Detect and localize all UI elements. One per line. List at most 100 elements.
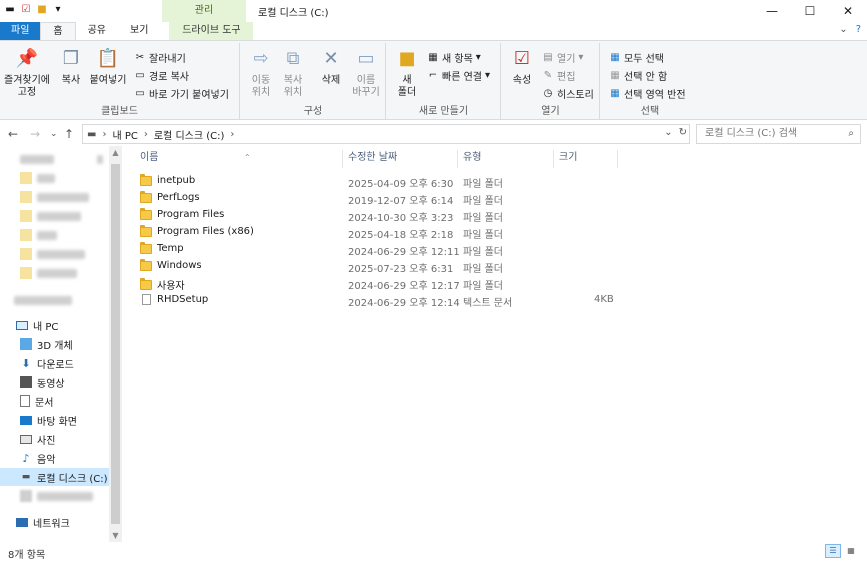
minimize-button[interactable]: — bbox=[753, 0, 791, 22]
tab-share[interactable]: 공유 bbox=[76, 22, 118, 40]
table-row[interactable]: PerfLogs 2019-12-07 오후 6:14 파일 폴더 bbox=[130, 190, 730, 207]
sidebar-item-desktop[interactable]: 바탕 화면 bbox=[0, 411, 110, 429]
chevron-right-icon[interactable]: › bbox=[102, 129, 106, 140]
refresh-icon[interactable]: ↻ bbox=[679, 127, 687, 138]
copy-path-icon: ▭ bbox=[135, 69, 145, 81]
column-divider[interactable] bbox=[457, 150, 458, 168]
tab-file[interactable]: 파일 bbox=[0, 22, 41, 40]
tab-view[interactable]: 보기 bbox=[118, 22, 160, 40]
breadcrumb-local-disk[interactable]: 로컬 디스크 (C:) bbox=[154, 127, 225, 142]
copy-button[interactable]: ❐ 복사 bbox=[56, 47, 86, 87]
column-header-size[interactable]: 크기 bbox=[559, 150, 619, 170]
file-name: Temp bbox=[157, 243, 184, 254]
forward-arrow-icon[interactable]: → bbox=[30, 127, 40, 141]
table-row[interactable]: 사용자 2024-06-29 오후 12:17 파일 폴더 bbox=[130, 275, 730, 292]
tab-home[interactable]: 홈 bbox=[40, 22, 76, 40]
quick-access-item[interactable] bbox=[0, 188, 110, 206]
search-icon[interactable]: ⌕ bbox=[848, 125, 854, 143]
paste-button[interactable]: 📋 붙여넣기 bbox=[88, 47, 128, 87]
sidebar-item-3d-objects[interactable]: 3D 개체 bbox=[0, 335, 110, 353]
column-header-name[interactable]: 이름 ⌃ bbox=[140, 150, 340, 170]
tab-manage[interactable]: 관리 bbox=[162, 0, 246, 22]
new-folder-label: 새 폴더 bbox=[397, 75, 417, 98]
back-arrow-icon[interactable]: ← bbox=[8, 127, 18, 141]
edit-button[interactable]: ✎ 편집 bbox=[542, 67, 576, 83]
table-row[interactable]: Program Files (x86) 2025-04-18 오후 2:18 파일 … bbox=[130, 224, 730, 241]
details-view-icon[interactable]: ☰ bbox=[825, 544, 841, 558]
column-divider[interactable] bbox=[553, 150, 554, 168]
properties-icon[interactable]: ☑ bbox=[20, 4, 32, 16]
paste-shortcut-label: 바로 가기 붙여넣기 bbox=[149, 89, 229, 101]
column-header-type[interactable]: 유형 bbox=[463, 150, 553, 170]
column-divider[interactable] bbox=[617, 150, 618, 168]
sidebar-item-pictures[interactable]: 사진 bbox=[0, 430, 110, 448]
properties-button[interactable]: ☑ 속성 bbox=[508, 47, 536, 87]
new-folder-button[interactable]: ■ 새 폴더 bbox=[393, 47, 421, 99]
recent-locations-chevron-icon[interactable]: ⌄ bbox=[50, 129, 58, 139]
table-row[interactable]: Program Files 2024-10-30 오후 3:23 파일 폴더 bbox=[130, 207, 730, 224]
large-icons-view-icon[interactable]: ▦ bbox=[843, 544, 859, 558]
sidebar-item-downloads[interactable]: ⬇ 다운로드 bbox=[0, 354, 110, 372]
address-bar[interactable]: ▬ › 내 PC › 로컬 디스크 (C:) › ⌄ ↻ bbox=[82, 124, 690, 144]
column-divider[interactable] bbox=[342, 150, 343, 168]
sidebar-item-videos[interactable]: 동영상 bbox=[0, 373, 110, 391]
search-input[interactable]: 로컬 디스크 (C:) 검색 ⌕ bbox=[696, 124, 861, 144]
open-label: 열기 bbox=[557, 53, 576, 65]
scroll-down-arrow-icon[interactable]: ▼ bbox=[109, 531, 122, 540]
breadcrumb-this-pc[interactable]: 내 PC bbox=[112, 127, 137, 142]
sidebar-item-other-drive[interactable] bbox=[0, 487, 110, 505]
new-folder-icon[interactable]: ■ bbox=[36, 4, 48, 16]
invert-selection-button[interactable]: ▦ 선택 영역 반전 bbox=[609, 85, 685, 101]
select-none-button[interactable]: ▦ 선택 안 함 bbox=[609, 67, 667, 83]
sidebar-item-music[interactable]: ♪ 음악 bbox=[0, 449, 110, 467]
tab-drive-tools[interactable]: 드라이브 도구 bbox=[169, 22, 254, 40]
table-row[interactable]: Windows 2025-07-23 오후 6:31 파일 폴더 bbox=[130, 258, 730, 275]
easy-access-button[interactable]: ⌐ 빠른 연결 ▾ bbox=[427, 67, 490, 83]
onedrive-item[interactable] bbox=[0, 291, 110, 309]
table-row[interactable]: Temp 2024-06-29 오후 12:11 파일 폴더 bbox=[130, 241, 730, 258]
select-all-button[interactable]: ▦ 모두 선택 bbox=[609, 49, 664, 65]
delete-button[interactable]: ✕ 삭제 bbox=[317, 47, 345, 87]
sidebar-item-this-pc[interactable]: 내 PC bbox=[0, 316, 110, 334]
rename-button[interactable]: ▭ 이름 바꾸기 bbox=[351, 47, 381, 99]
scroll-up-arrow-icon[interactable]: ▲ bbox=[109, 148, 122, 157]
scroll-thumb[interactable] bbox=[111, 164, 120, 524]
sidebar-item-local-disk[interactable]: ▬ 로컬 디스크 (C:) bbox=[0, 468, 110, 486]
copy-to-button[interactable]: ⧉ 복사 위치 bbox=[279, 47, 307, 99]
cut-button[interactable]: ✂ 잘라내기 bbox=[134, 49, 186, 65]
move-to-button[interactable]: ⇨ 이동 위치 bbox=[247, 47, 275, 99]
quick-access-item[interactable] bbox=[0, 150, 110, 168]
history-button[interactable]: ◷ 히스토리 bbox=[542, 85, 594, 101]
drive-icon: ▬ bbox=[5, 4, 15, 15]
quick-access-item[interactable] bbox=[0, 245, 110, 263]
sidebar-scrollbar[interactable]: ▲ ▼ bbox=[109, 146, 122, 542]
sidebar-item-network[interactable]: 네트워크 bbox=[0, 513, 110, 531]
quick-access-item[interactable] bbox=[0, 169, 110, 187]
quick-access-item[interactable] bbox=[0, 207, 110, 225]
up-arrow-icon[interactable]: ↑ bbox=[64, 127, 74, 141]
sidebar-item-documents[interactable]: 문서 bbox=[0, 392, 110, 410]
open-button[interactable]: ▤ 열기 ▾ bbox=[542, 49, 583, 65]
help-icon[interactable]: ? bbox=[856, 24, 861, 35]
quick-access-item[interactable] bbox=[0, 264, 110, 282]
chevron-right-icon[interactable]: › bbox=[230, 129, 234, 140]
ribbon-right-controls: ⌄ ? bbox=[839, 24, 861, 35]
copy-path-button[interactable]: ▭ 경로 복사 bbox=[134, 67, 189, 83]
chevron-down-icon[interactable]: ⌄ bbox=[839, 24, 847, 35]
quick-access-item[interactable] bbox=[0, 226, 110, 244]
new-item-button[interactable]: ▦ 새 항목 ▾ bbox=[427, 49, 481, 65]
column-header-date[interactable]: 수정한 날짜 bbox=[348, 150, 458, 170]
paste-shortcut-button[interactable]: ▭ 바로 가기 붙여넣기 bbox=[134, 85, 229, 101]
table-row[interactable]: inetpub 2025-04-09 오후 6:30 파일 폴더 bbox=[130, 173, 730, 190]
sort-ascending-icon: ⌃ bbox=[244, 153, 251, 162]
chevron-down-icon[interactable]: ▾ bbox=[52, 4, 64, 16]
table-row[interactable]: RHDSetup 2024-06-29 오후 12:14 텍스트 문서 4KB bbox=[130, 292, 730, 309]
close-button[interactable]: ✕ bbox=[829, 0, 867, 22]
pin-to-quick-access-button[interactable]: 📌 즐겨찾기에 고정 bbox=[4, 47, 50, 99]
file-type: 텍스트 문서 bbox=[463, 298, 513, 309]
chevron-down-icon[interactable]: ⌄ bbox=[664, 127, 672, 138]
maximize-button[interactable]: ☐ bbox=[791, 0, 829, 22]
search-placeholder: 로컬 디스크 (C:) 검색 bbox=[705, 128, 798, 139]
select-group: ▦ 모두 선택 ▦ 선택 안 함 ▦ 선택 영역 반전 선택 bbox=[601, 43, 699, 119]
chevron-right-icon[interactable]: › bbox=[144, 129, 148, 140]
